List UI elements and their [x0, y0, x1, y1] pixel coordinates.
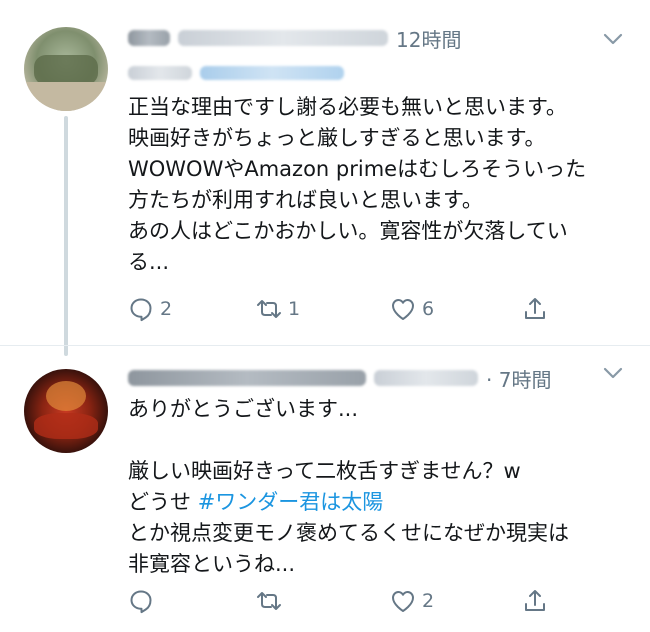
like-button[interactable]: 6: [390, 294, 434, 324]
tweet-text: ありがとうございます... 厳しい映画好きって二枚舌すぎません？w どうせ #ワ…: [128, 394, 633, 580]
tweet-actions: 2 1 6: [128, 294, 548, 324]
like-count: 2: [422, 590, 435, 612]
like-icon: [392, 591, 414, 612]
tweet-text-part: とか視点変更モノ褒めてるくせになぜか現実は 非寛容というね...: [128, 521, 569, 576]
tweet-header: 12時間: [128, 24, 461, 52]
avatar[interactable]: [24, 27, 108, 111]
retweet-count: 1: [288, 298, 301, 320]
avatar-image-part: [46, 381, 86, 411]
share-button[interactable]: [522, 294, 548, 324]
author-name-blurred[interactable]: [128, 30, 170, 46]
tweet-header: · 7時間: [128, 364, 551, 392]
share-icon: [525, 298, 545, 319]
chevron-down-icon[interactable]: [602, 366, 624, 380]
author-name-blurred[interactable]: [128, 370, 366, 386]
tweet[interactable]: 12時間 正当な理由ですし謝る必要も無いと思います。 映画好きがちょっと厳しすぎ…: [0, 0, 650, 356]
like-count: 6: [422, 298, 435, 320]
retweet-button[interactable]: [256, 586, 288, 616]
tweet-text: 正当な理由ですし謝る必要も無いと思います。 映画好きがちょっと厳しすぎると思いま…: [128, 95, 587, 274]
thread-connector: [64, 116, 68, 356]
replying-to-handle-blurred[interactable]: [200, 66, 344, 80]
replying-to: [128, 62, 352, 84]
share-icon: [525, 590, 545, 611]
reply-icon: [130, 298, 152, 322]
avatar-image-part: [34, 55, 98, 85]
tweet-timestamp[interactable]: · 7時間: [486, 364, 551, 393]
tweet[interactable]: · 7時間 ありがとうございます... 厳しい映画好きって二枚舌すぎません？w …: [0, 345, 650, 632]
chevron-down-icon[interactable]: [602, 32, 624, 46]
avatar[interactable]: [24, 369, 108, 453]
author-handle-blurred[interactable]: [178, 30, 388, 46]
avatar-image-part: [34, 413, 98, 439]
author-handle-blurred[interactable]: [374, 370, 478, 386]
retweet-button[interactable]: 1: [256, 294, 300, 324]
reply-button[interactable]: 2: [128, 294, 172, 324]
tweet-timestamp[interactable]: 12時間: [396, 24, 461, 53]
like-icon: [392, 299, 414, 320]
retweet-icon: [257, 300, 281, 318]
retweet-icon: [257, 592, 281, 610]
share-button[interactable]: [522, 586, 548, 616]
reply-icon: [130, 590, 152, 614]
reply-button[interactable]: [128, 586, 160, 616]
tweet-actions: 2: [128, 586, 548, 616]
hashtag-link[interactable]: #ワンダー君は太陽: [198, 490, 384, 514]
reply-count: 2: [160, 298, 173, 320]
like-button[interactable]: 2: [390, 586, 434, 616]
avatar-image-part: [24, 82, 108, 111]
replying-to-label-blurred: [128, 66, 192, 80]
